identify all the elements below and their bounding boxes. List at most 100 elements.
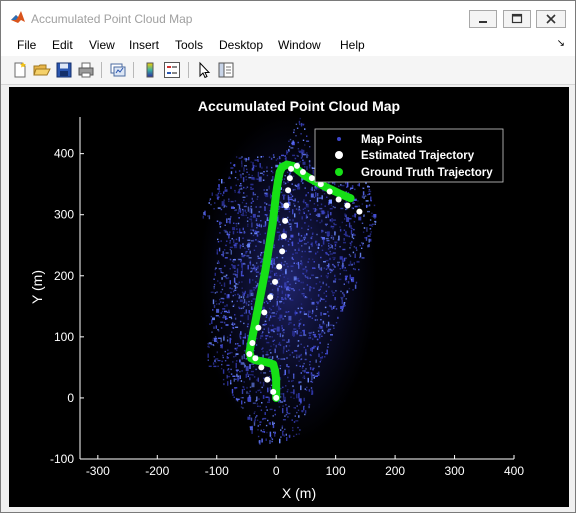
map-point: [262, 350, 264, 353]
map-point: [278, 206, 281, 210]
map-point: [224, 187, 227, 189]
map-point: [246, 391, 248, 394]
map-point: [307, 241, 309, 244]
map-point: [263, 429, 265, 431]
map-point: [210, 315, 213, 318]
map-point: [245, 178, 248, 181]
map-point: [262, 225, 266, 227]
map-point: [289, 283, 291, 286]
map-point: [233, 290, 235, 293]
ground-truth-trajectory-point: [272, 375, 281, 384]
map-point: [284, 428, 286, 431]
map-point: [354, 205, 358, 208]
map-point: [312, 333, 316, 336]
map-point: [340, 290, 342, 293]
map-point: [278, 307, 280, 311]
map-point: [300, 122, 303, 127]
map-point: [290, 228, 292, 231]
map-point: [225, 315, 227, 320]
property-editor-icon[interactable]: [217, 61, 235, 79]
map-point: [308, 160, 311, 162]
map-point: [283, 178, 286, 180]
link-plot-icon[interactable]: [109, 61, 127, 79]
figure-canvas[interactable]: -300 -200 -100 0 100 200 300 400 -100 0 100 200 300 4…: [9, 87, 569, 507]
point-cloud-plot[interactable]: -300 -200 -100 0 100 200 300 400-10001002003004…: [9, 87, 569, 507]
map-point: [321, 249, 324, 251]
map-point: [280, 387, 282, 390]
map-point: [342, 248, 346, 251]
map-point: [231, 238, 233, 240]
map-point: [277, 290, 279, 295]
menu-file[interactable]: File: [17, 38, 36, 52]
map-point: [302, 365, 304, 367]
colorbar-icon[interactable]: [141, 61, 159, 79]
map-point: [243, 292, 245, 296]
map-point: [238, 209, 240, 212]
estimated-trajectory-point: [246, 350, 253, 357]
menu-edit[interactable]: Edit: [52, 38, 73, 52]
map-point: [341, 221, 343, 224]
map-point: [235, 353, 239, 355]
minimize-button[interactable]: [469, 10, 497, 28]
map-point: [226, 356, 228, 359]
new-figure-icon[interactable]: [11, 61, 29, 79]
legend-icon[interactable]: [163, 61, 181, 79]
map-point: [266, 409, 268, 411]
map-point: [328, 245, 330, 247]
open-file-icon[interactable]: [33, 61, 51, 79]
legend[interactable]: Map Points Estimated Trajectory Ground T…: [314, 128, 504, 183]
map-point: [223, 181, 225, 184]
map-point: [329, 257, 331, 261]
map-point: [284, 158, 287, 160]
menu-tools[interactable]: Tools: [175, 38, 203, 52]
map-point: [292, 429, 294, 432]
map-point: [247, 315, 249, 321]
map-point: [265, 193, 268, 195]
menu-window[interactable]: Window: [278, 38, 321, 52]
map-point: [287, 389, 289, 391]
menu-view[interactable]: View: [89, 38, 115, 52]
menu-insert[interactable]: Insert: [129, 38, 159, 52]
map-point: [286, 311, 288, 313]
map-point: [220, 321, 224, 323]
map-point: [215, 338, 218, 342]
map-point: [270, 384, 273, 387]
menu-desktop[interactable]: Desktop: [219, 38, 263, 52]
map-point: [228, 309, 230, 312]
map-point: [259, 405, 261, 408]
map-point: [286, 411, 288, 414]
map-point: [236, 373, 238, 377]
close-button[interactable]: [536, 10, 566, 28]
map-point: [237, 178, 239, 181]
map-point: [246, 220, 249, 222]
map-point: [270, 170, 273, 172]
map-point: [260, 429, 262, 432]
map-point: [239, 320, 242, 323]
map-point: [218, 179, 220, 181]
menu-overflow-arrow[interactable]: ↘: [557, 38, 565, 49]
map-point: [329, 324, 333, 326]
map-point: [292, 427, 294, 429]
map-point: [316, 220, 318, 222]
map-point: [327, 214, 329, 218]
menu-help[interactable]: Help: [340, 38, 365, 52]
map-point: [228, 295, 230, 297]
map-point: [313, 345, 317, 348]
map-point: [249, 278, 251, 284]
map-point: [274, 432, 276, 434]
map-point: [363, 227, 366, 229]
title-bar[interactable]: Accumulated Point Cloud Map: [1, 1, 575, 32]
map-point: [294, 249, 296, 251]
map-point: [331, 245, 333, 247]
map-point: [245, 373, 247, 378]
map-point: [266, 217, 269, 221]
map-point: [288, 211, 291, 213]
print-icon[interactable]: [77, 61, 95, 79]
map-point: [297, 278, 299, 282]
map-point: [242, 196, 246, 198]
save-icon[interactable]: [55, 61, 73, 79]
pointer-icon[interactable]: [195, 61, 213, 79]
map-point: [210, 343, 212, 346]
map-point: [221, 310, 224, 313]
maximize-button[interactable]: [503, 10, 531, 28]
